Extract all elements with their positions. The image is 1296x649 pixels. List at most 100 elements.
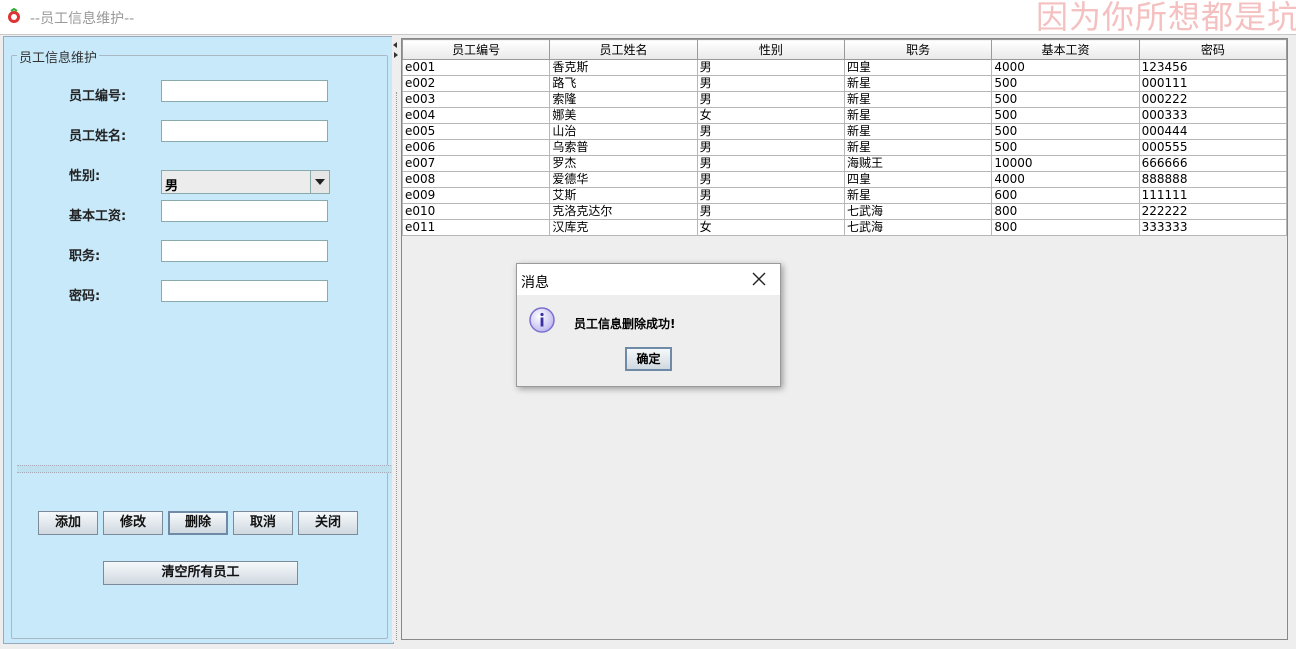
close-button[interactable]: 关闭	[298, 511, 358, 535]
table-cell[interactable]: 新星	[843, 107, 993, 124]
table-row[interactable]: e003 索隆男新星 500 000222	[401, 91, 1288, 108]
table-row[interactable]: e006 乌索普男新星 500 000555	[401, 139, 1288, 156]
table-cell[interactable]: e001	[401, 59, 551, 76]
table-cell[interactable]: 500	[991, 75, 1140, 92]
table-cell[interactable]: e009	[401, 187, 551, 204]
table-cell[interactable]: 汉库克	[549, 219, 698, 236]
panel-divider[interactable]	[17, 465, 393, 473]
table-row[interactable]: e002 路飞男新星 500 000111	[401, 75, 1288, 92]
column-header-base-salary[interactable]: 基本工资	[991, 39, 1140, 60]
table-cell[interactable]: 男	[696, 171, 845, 188]
gender-select[interactable]: 男	[161, 170, 330, 194]
table-cell[interactable]: 男	[696, 155, 845, 172]
table-cell[interactable]: 10000	[991, 155, 1140, 172]
delete-button[interactable]: 删除	[168, 511, 228, 535]
table-cell[interactable]: 索隆	[549, 91, 698, 108]
table-cell[interactable]: e010	[401, 203, 551, 220]
cancel-button[interactable]: 取消	[233, 511, 293, 535]
table-cell[interactable]: 七武海	[843, 219, 993, 236]
table-cell[interactable]: e006	[401, 139, 551, 156]
position-field[interactable]	[161, 240, 328, 262]
table-cell[interactable]: 4000	[991, 59, 1140, 76]
collapse-right-icon[interactable]	[394, 52, 398, 58]
table-cell[interactable]: e007	[401, 155, 551, 172]
table-cell[interactable]: 路飞	[549, 75, 698, 92]
table-cell[interactable]: 新星	[843, 187, 993, 204]
table-cell[interactable]: 男	[696, 203, 845, 220]
table-cell[interactable]: 000222	[1138, 91, 1288, 108]
table-cell[interactable]: 000333	[1138, 107, 1288, 124]
table-cell[interactable]: 山治	[549, 123, 698, 140]
table-cell[interactable]: e011	[401, 219, 551, 236]
table-cell[interactable]: 海贼王	[843, 155, 993, 172]
table-cell[interactable]: 香克斯	[549, 59, 698, 76]
table-cell[interactable]: 四皇	[843, 59, 993, 76]
table-cell[interactable]: 女	[696, 107, 845, 124]
column-header-employee-name[interactable]: 员工姓名	[549, 39, 698, 60]
collapse-left-icon[interactable]	[393, 42, 397, 48]
table-cell[interactable]: 500	[991, 123, 1140, 140]
table-cell[interactable]: 000555	[1138, 139, 1288, 156]
table-cell[interactable]: 男	[696, 123, 845, 140]
table-cell[interactable]: 男	[696, 75, 845, 92]
table-cell[interactable]: e004	[401, 107, 551, 124]
table-cell[interactable]: e008	[401, 171, 551, 188]
table-cell[interactable]: 666666	[1138, 155, 1288, 172]
table-cell[interactable]: 4000	[991, 171, 1140, 188]
table-cell[interactable]: 222222	[1138, 203, 1288, 220]
employee-id-field[interactable]	[161, 80, 328, 102]
table-cell[interactable]: 艾斯	[549, 187, 698, 204]
table-cell[interactable]: 000111	[1138, 75, 1288, 92]
clear-all-employees-button[interactable]: 清空所有员工	[103, 561, 298, 585]
gender-dropdown-button[interactable]	[310, 171, 329, 193]
password-field[interactable]	[161, 280, 328, 302]
table-cell[interactable]: 800	[991, 203, 1140, 220]
split-pane-divider[interactable]	[392, 36, 401, 642]
ok-button[interactable]: 确定	[625, 347, 672, 371]
table-cell[interactable]: e005	[401, 123, 551, 140]
table-cell[interactable]: 四皇	[843, 171, 993, 188]
table-cell[interactable]: 男	[696, 91, 845, 108]
table-cell[interactable]: 男	[696, 59, 845, 76]
table-cell[interactable]: e003	[401, 91, 551, 108]
table-cell[interactable]: 600	[991, 187, 1140, 204]
dialog-title-bar[interactable]: 消息	[517, 264, 780, 295]
employee-name-field[interactable]	[161, 120, 328, 142]
table-cell[interactable]: 新星	[843, 139, 993, 156]
table-cell[interactable]: 333333	[1138, 219, 1288, 236]
table-row[interactable]: e007 罗杰男海贼王 10000 666666	[401, 155, 1288, 172]
modify-button[interactable]: 修改	[103, 511, 163, 535]
table-cell[interactable]: 500	[991, 107, 1140, 124]
table-cell[interactable]: 乌索普	[549, 139, 698, 156]
table-cell[interactable]: 罗杰	[549, 155, 698, 172]
table-cell[interactable]: 男	[696, 187, 845, 204]
column-header-position[interactable]: 职务	[843, 39, 993, 60]
column-header-gender[interactable]: 性别	[696, 39, 845, 60]
table-cell[interactable]: 新星	[843, 75, 993, 92]
table-cell[interactable]: 500	[991, 139, 1140, 156]
table-row[interactable]: e010 克洛克达尔男七武海 800 222222	[401, 203, 1288, 220]
column-header-employee-id[interactable]: 员工编号	[401, 39, 551, 60]
table-cell[interactable]: 500	[991, 91, 1140, 108]
table-cell[interactable]: 800	[991, 219, 1140, 236]
table-row[interactable]: e004 娜美女新星 500 000333	[401, 107, 1288, 124]
table-row[interactable]: e011 汉库克女七武海 800 333333	[401, 219, 1288, 236]
table-cell[interactable]: 新星	[843, 91, 993, 108]
table-cell[interactable]: e002	[401, 75, 551, 92]
table-cell[interactable]: 七武海	[843, 203, 993, 220]
base-salary-field[interactable]	[161, 200, 328, 222]
table-row[interactable]: e009 艾斯男新星 600 111111	[401, 187, 1288, 204]
add-button[interactable]: 添加	[38, 511, 98, 535]
table-row[interactable]: e005 山治男新星 500 000444	[401, 123, 1288, 140]
table-cell[interactable]: 克洛克达尔	[549, 203, 698, 220]
table-cell[interactable]: 娜美	[549, 107, 698, 124]
column-header-password[interactable]: 密码	[1138, 39, 1288, 60]
table-cell[interactable]: 新星	[843, 123, 993, 140]
close-icon[interactable]	[751, 271, 767, 287]
table-cell[interactable]: 爱德华	[549, 171, 698, 188]
table-row[interactable]: e008 爱德华男四皇 4000 888888	[401, 171, 1288, 188]
table-cell[interactable]: 111111	[1138, 187, 1288, 204]
table-cell[interactable]: 000444	[1138, 123, 1288, 140]
table-cell[interactable]: 男	[696, 139, 845, 156]
table-cell[interactable]: 女	[696, 219, 845, 236]
